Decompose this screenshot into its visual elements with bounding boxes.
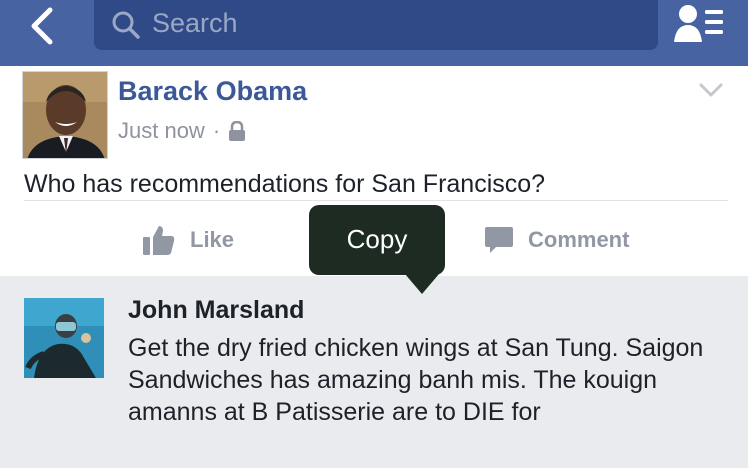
lock-icon: [228, 120, 246, 141]
post-text: Who has recommendations for San Francisc…: [24, 170, 546, 198]
comment-button[interactable]: Comment: [484, 216, 629, 264]
meta-separator: ·: [212, 118, 221, 143]
top-navbar: Search: [0, 0, 748, 66]
chevron-down-icon: [699, 83, 723, 97]
like-button[interactable]: Like: [142, 216, 234, 264]
friends-list-icon: [674, 5, 723, 42]
comment-label: Comment: [528, 227, 630, 252]
post-author[interactable]: Barack Obama: [118, 76, 307, 107]
post-meta: Just now ·: [118, 118, 246, 144]
search-placeholder: Search: [152, 8, 238, 38]
comment-text: Get the dry fried chicken wings at San T…: [128, 334, 704, 426]
copy-label: Copy: [346, 224, 408, 254]
post-options-button[interactable]: [698, 80, 724, 100]
thumbs-up-icon: [143, 226, 175, 255]
comment-item: John Marsland Get the dry fried chicken …: [0, 276, 748, 468]
copy-button[interactable]: Copy: [309, 205, 445, 275]
search-icon: [112, 11, 140, 39]
speech-bubble-icon: [485, 227, 513, 253]
friends-list-button[interactable]: [674, 2, 726, 46]
avatar[interactable]: [22, 71, 108, 159]
post-timestamp[interactable]: Just now: [118, 118, 205, 144]
chevron-left-icon: [31, 7, 53, 45]
comment-author[interactable]: John Marsland: [128, 296, 304, 325]
back-button[interactable]: [22, 4, 66, 48]
avatar[interactable]: [24, 298, 104, 378]
divider: [24, 200, 728, 201]
like-label: Like: [190, 227, 235, 252]
search-input[interactable]: Search: [94, 0, 658, 50]
tooltip-arrow: [405, 274, 439, 294]
